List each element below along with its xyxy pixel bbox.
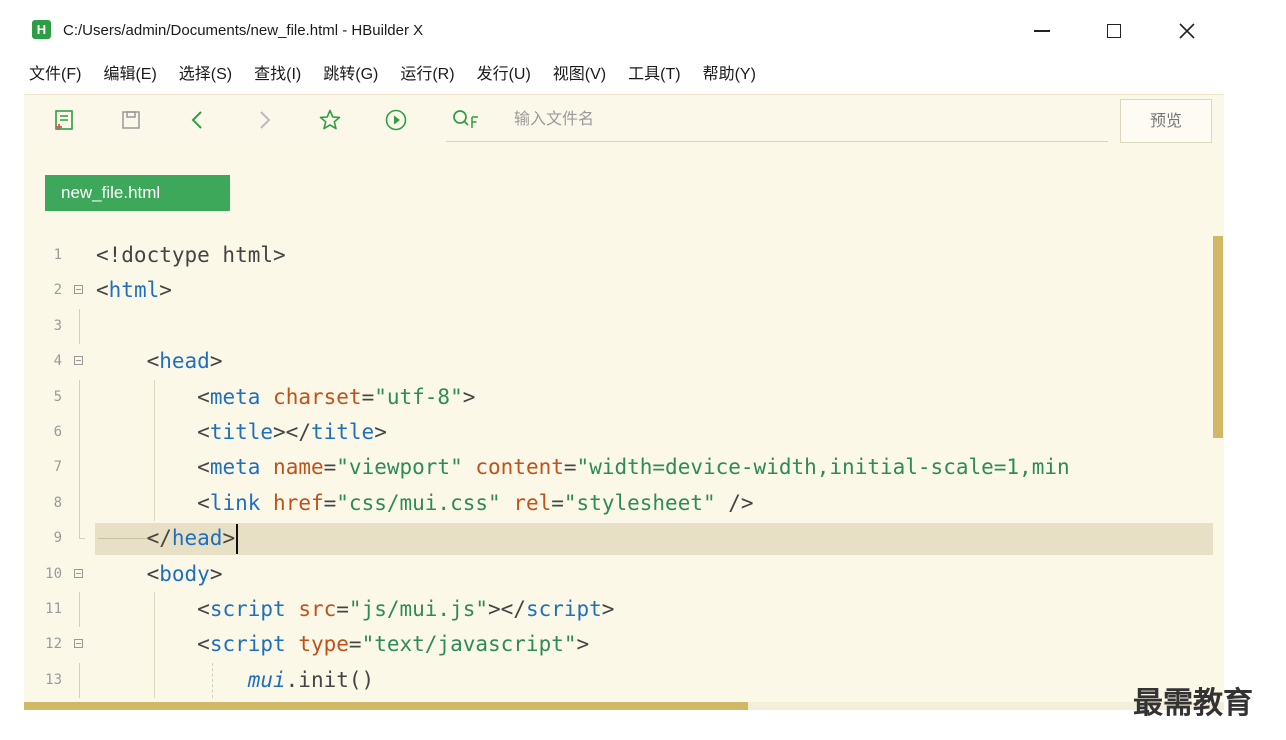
maximize-icon [1107,24,1121,38]
menu-run[interactable]: 运行(R) [400,62,454,88]
line-number: 12 [45,636,62,653]
code-line: 2 <html> [24,273,1214,308]
fold-guide [79,308,80,345]
code-line: 12 <script type="text/javascript"> [24,627,1214,663]
chevron-right-icon [260,111,271,129]
line-number: 2 [53,282,62,299]
close-button[interactable] [1164,14,1210,48]
menu-find[interactable]: 查找(I) [254,62,301,88]
menu-select[interactable]: 选择(S) [179,62,232,88]
tab-new-file[interactable]: new_file.html [45,175,230,211]
line-number: 11 [45,600,62,617]
code-line: 7 <meta name="viewport" content="width=d… [24,450,1214,486]
fold-toggle[interactable] [74,568,83,578]
code-text: <script type="text/javascript"> [197,632,590,657]
save-icon [122,111,140,129]
line-number: 5 [53,388,62,405]
fold-guide [79,414,80,451]
play-circle-icon [385,109,407,131]
menu-edit[interactable]: 编辑(E) [103,62,156,88]
line-number: 4 [53,353,62,370]
code-text: <body> [146,561,223,586]
line-number: 8 [53,494,62,511]
watermark-text: 最需教育 [1133,686,1253,721]
toolbar: 预览 [24,94,1224,149]
code-line: 5 <meta charset="utf-8"> [24,379,1214,415]
new-file-button[interactable] [52,108,76,132]
menu-goto[interactable]: 跳转(G) [323,62,378,88]
minimize-button[interactable] [1019,14,1065,48]
code-line: 3 [24,308,1214,345]
line-number: 9 [53,530,62,547]
code-text: <meta name="viewport" content="width=dev… [197,455,1070,480]
line-number: 6 [53,423,62,440]
window-title: C:/Users/admin/Documents/new_file.html -… [63,22,424,39]
hbuilder-logo-icon: H [32,20,51,39]
close-icon [1179,23,1195,39]
code-line: 1 <!doctype html> [24,238,1214,273]
code-editor[interactable]: new_file.html 1 <!doctype html> 2 <html>… [24,148,1224,710]
menu-tools[interactable]: 工具(T) [628,62,680,88]
current-line-highlight [95,523,1213,556]
fold-toggle[interactable] [74,356,83,366]
code-line: 11 <script src="js/mui.js"></script> [24,591,1214,628]
code-text: <title></title> [197,419,387,444]
minimize-icon [1034,30,1050,32]
preview-button[interactable]: 预览 [1120,99,1212,143]
forward-button[interactable] [252,108,276,132]
vertical-scrollbar[interactable] [1213,236,1223,438]
search-input[interactable] [514,109,1074,131]
code-line: 10 <body> [24,557,1214,592]
fold-guide [79,591,80,628]
code-line: 13 mui.init() [24,662,1214,699]
chevron-left-icon [191,111,202,129]
new-file-icon [55,110,73,130]
fold-toggle[interactable] [74,639,83,649]
code-text: <meta charset="utf-8"> [197,384,476,409]
search-file-icon [453,110,478,128]
favorite-button[interactable] [318,108,342,132]
code-line: 6 <title></title> [24,414,1214,451]
code-line-current: 9 </head> [24,521,1214,556]
line-number: 3 [53,317,62,334]
code-line: 8 <link href="css/mui.css" rel="styleshe… [24,485,1214,522]
run-button[interactable] [384,108,408,132]
code-text: <html> [96,278,172,303]
fold-guide-end [79,521,85,540]
fold-guide [79,662,80,699]
fold-guide [79,485,80,522]
code-text: <link href="css/mui.css" rel="stylesheet… [197,490,754,515]
code-text: mui.init() [247,667,375,692]
code-text: <head> [146,349,223,374]
code-text: <!doctype html> [96,243,286,267]
back-button[interactable] [186,108,210,132]
line-number: 10 [45,565,62,582]
file-search-box [446,101,1108,142]
menu-help[interactable]: 帮助(Y) [703,62,756,88]
code-text: <script src="js/mui.js"></script> [197,596,615,621]
menu-publish[interactable]: 发行(U) [477,62,531,88]
star-icon [319,109,341,130]
line-number: 1 [53,247,62,263]
text-caret [236,524,239,555]
fold-toggle[interactable] [74,285,83,295]
code-lines[interactable]: 1 <!doctype html> 2 <html> 3 4 <head> 5 … [24,238,1214,699]
menu-file[interactable]: 文件(F) [29,62,81,88]
fold-guide [79,450,80,486]
line-number: 7 [53,459,62,476]
code-text: </head> [96,521,239,556]
menu-view[interactable]: 视图(V) [553,62,606,88]
fold-guide [79,379,80,415]
title-bar: H C:/Users/admin/Documents/new_file.html… [24,14,1224,48]
line-number: 13 [45,671,62,688]
save-button[interactable] [119,108,143,132]
maximize-button[interactable] [1091,14,1137,48]
menu-bar: 文件(F) 编辑(E) 选择(S) 查找(I) 跳转(G) 运行(R) 发行(U… [24,62,778,88]
code-line: 4 <head> [24,344,1214,379]
horizontal-scrollbar[interactable] [24,702,748,710]
